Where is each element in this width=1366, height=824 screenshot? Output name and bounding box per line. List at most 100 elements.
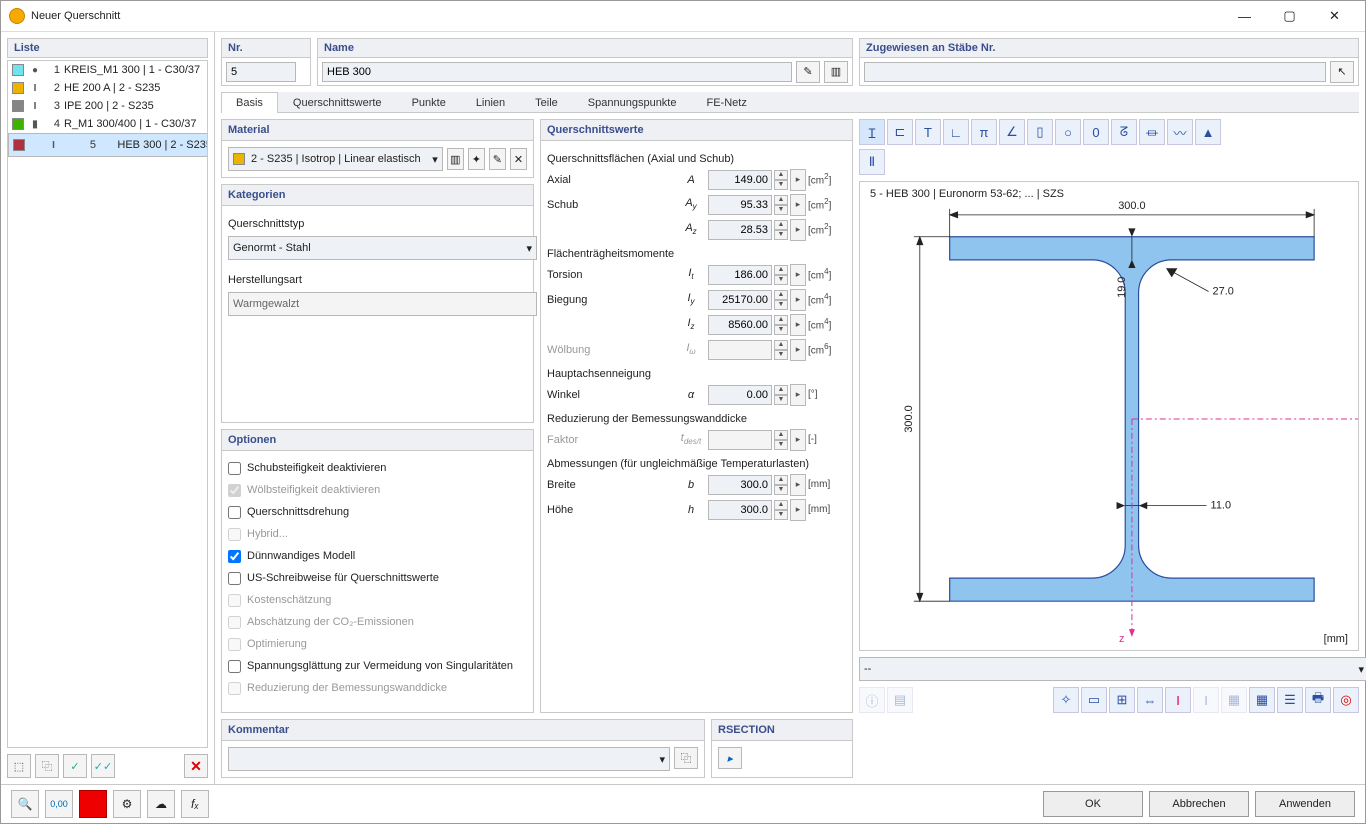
print-icon[interactable]: 🖶 (1305, 687, 1331, 713)
rename-icon[interactable]: ✎ (796, 61, 820, 83)
option-checkbox[interactable]: Schubsteifigkeit deaktivieren (228, 457, 527, 479)
color-icon[interactable] (79, 790, 107, 818)
list-item[interactable]: I2HE 200 A | 2 - S235 (8, 79, 207, 97)
view-i-icon[interactable]: I (1165, 687, 1191, 713)
value-input[interactable] (708, 195, 772, 215)
value-input[interactable] (708, 475, 772, 495)
section-list[interactable]: ●1KREIS_M1 300 | 1 - C30/37I2HE 200 A | … (7, 60, 208, 748)
tab-spannungspunkte[interactable]: Spannungspunkte (573, 92, 692, 113)
section-c-icon[interactable]: ⊏ (887, 119, 913, 145)
spinner[interactable]: ▲▼ (774, 385, 788, 405)
spinner[interactable]: ▲▼ (774, 220, 788, 240)
copy-button[interactable]: ⿻ (35, 754, 59, 778)
goto-icon[interactable]: ▸ (790, 169, 806, 191)
value-input[interactable] (708, 220, 772, 240)
spinner[interactable]: ▲▼ (774, 475, 788, 495)
function-icon[interactable]: fₓ (181, 790, 209, 818)
maximize-button[interactable]: ▢ (1267, 2, 1312, 31)
units-icon[interactable]: 0,00 (45, 790, 73, 818)
spinner[interactable]: ▲▼ (774, 500, 788, 520)
section-pipe-icon[interactable]: ○ (1055, 119, 1081, 145)
type-select[interactable]: Genormt - Stahl ▾ (228, 236, 537, 260)
section-preview[interactable]: 5 - HEB 300 | Euronorm 53-62; ... | SZS (859, 181, 1359, 651)
goto-icon[interactable]: ▸ (790, 474, 806, 496)
comment-copy-icon[interactable]: ⿻ (674, 747, 698, 769)
list-item[interactable]: I3IPE 200 | 2 - S235 (8, 97, 207, 115)
section-angle-icon[interactable]: ∠ (999, 119, 1025, 145)
tab-teile[interactable]: Teile (520, 92, 573, 113)
tab-fe-netz[interactable]: FE-Netz (691, 92, 761, 113)
nr-input[interactable] (226, 62, 296, 82)
spinner[interactable]: ▲▼ (774, 290, 788, 310)
value-input[interactable] (708, 315, 772, 335)
assigned-input[interactable] (864, 62, 1326, 82)
name-input[interactable] (322, 62, 792, 82)
section-ic-icon[interactable]: Ⅱ (859, 149, 885, 175)
section-wave-icon[interactable]: 〰 (1167, 119, 1193, 145)
delete-button[interactable]: ✕ (184, 754, 208, 778)
goto-icon[interactable]: ▸ (790, 384, 806, 406)
new-button[interactable]: ⬚ (7, 754, 31, 778)
spinner[interactable]: ▲▼ (774, 315, 788, 335)
close-button[interactable]: ✕ (1312, 2, 1357, 31)
view-list-icon[interactable]: ☰ (1277, 687, 1303, 713)
tab-basis[interactable]: Basis (221, 92, 278, 113)
ok-button[interactable]: OK (1043, 791, 1143, 817)
section-box-icon[interactable]: ▯ (1027, 119, 1053, 145)
rsection-open-icon[interactable]: ▸ (718, 747, 742, 769)
value-input[interactable] (708, 265, 772, 285)
option-checkbox[interactable]: Dünnwandiges Modell (228, 545, 527, 567)
check-all-button[interactable]: ✓✓ (91, 754, 115, 778)
cancel-button[interactable]: Abbrechen (1149, 791, 1249, 817)
material-library-icon[interactable]: ▥ (447, 148, 464, 170)
minimize-button[interactable]: — (1222, 2, 1267, 31)
option-checkbox[interactable]: US-Schreibweise für Querschnittswerte (228, 567, 527, 589)
option-checkbox[interactable]: Querschnittsdrehung (228, 501, 527, 523)
section-z-icon[interactable]: ᘔ (1111, 119, 1137, 145)
goto-icon[interactable]: ▸ (790, 219, 806, 241)
value-input[interactable] (708, 385, 772, 405)
spinner[interactable]: ▲▼ (774, 265, 788, 285)
tab-punkte[interactable]: Punkte (397, 92, 461, 113)
goto-icon[interactable]: ▸ (790, 499, 806, 521)
list-item[interactable]: I5HEB 300 | 2 - S235 (8, 133, 208, 157)
material-new-icon[interactable]: ✦ (468, 148, 485, 170)
view-axes-icon[interactable]: ✧ (1053, 687, 1079, 713)
cloud-icon[interactable]: ☁ (147, 790, 175, 818)
section-t-icon[interactable]: T (915, 119, 941, 145)
tab-linien[interactable]: Linien (461, 92, 520, 113)
check-button[interactable]: ✓ (63, 754, 87, 778)
comment-select[interactable]: ▾ (228, 747, 670, 771)
value-input[interactable] (708, 500, 772, 520)
target-icon[interactable]: ◎ (1333, 687, 1359, 713)
goto-icon[interactable]: ▸ (790, 194, 806, 216)
value-input[interactable] (708, 290, 772, 310)
section-tt-icon[interactable]: π (971, 119, 997, 145)
preview-status-select[interactable]: -- ▾ (859, 657, 1366, 681)
material-edit-icon[interactable]: ✎ (489, 148, 506, 170)
tab-querschnittswerte[interactable]: Querschnittswerte (278, 92, 397, 113)
goto-icon[interactable]: ▸ (790, 289, 806, 311)
list-item[interactable]: ▮4R_M1 300/400 | 1 - C30/37 (8, 115, 207, 133)
view-dims-icon[interactable]: ⊞ (1109, 687, 1135, 713)
pick-icon[interactable]: ↖ (1330, 61, 1354, 83)
goto-icon[interactable]: ▸ (790, 314, 806, 336)
material-delete-icon[interactable]: ✕ (510, 148, 527, 170)
section-composite-icon[interactable]: ▲ (1195, 119, 1221, 145)
section-i-icon[interactable]: Ｉ (859, 119, 885, 145)
option-checkbox[interactable]: Spannungsglättung zur Vermeidung von Sin… (228, 655, 527, 677)
view-table-icon[interactable]: ▦ (1249, 687, 1275, 713)
view-stress-icon[interactable]: ⇔ (1137, 687, 1163, 713)
settings-icon[interactable]: ⚙ (113, 790, 141, 818)
list-item[interactable]: ●1KREIS_M1 300 | 1 - C30/37 (8, 61, 207, 79)
apply-button[interactable]: Anwenden (1255, 791, 1355, 817)
section-oval-icon[interactable]: 0 (1083, 119, 1109, 145)
value-input[interactable] (708, 170, 772, 190)
view-frame-icon[interactable]: ▭ (1081, 687, 1107, 713)
section-l-icon[interactable]: ∟ (943, 119, 969, 145)
section-hat-icon[interactable]: ⏛ (1139, 119, 1165, 145)
material-select[interactable]: 2 - S235 | Isotrop | Linear elastisch ▾ (228, 147, 443, 171)
spinner[interactable]: ▲▼ (774, 195, 788, 215)
help-icon[interactable]: 🔍 (11, 790, 39, 818)
goto-icon[interactable]: ▸ (790, 264, 806, 286)
